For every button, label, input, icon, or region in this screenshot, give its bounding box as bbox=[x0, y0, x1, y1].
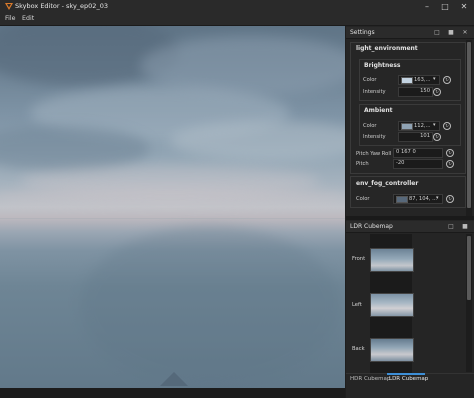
skybox-viewport[interactable] bbox=[0, 26, 345, 388]
chevron-down-icon: ▾ bbox=[436, 195, 439, 201]
ambient-intensity-label: Intensity bbox=[363, 134, 386, 140]
settings-panel-header: Settings □ ■ ✕ bbox=[346, 27, 474, 39]
cubemap-scrollbar-thumb[interactable] bbox=[467, 236, 471, 300]
pitch-yaw-roll-reset-icon[interactable]: ↻ bbox=[446, 149, 454, 157]
brightness-color-swatch bbox=[401, 77, 413, 84]
brightness-intensity-reset-icon[interactable]: ↻ bbox=[433, 88, 441, 96]
ambient-color-label: Color bbox=[363, 123, 377, 129]
menu-edit[interactable]: Edit bbox=[22, 15, 34, 22]
pitch-reset-icon[interactable]: ↻ bbox=[446, 160, 454, 168]
cubemap-left-image[interactable] bbox=[370, 293, 414, 317]
ambient-color-reset-icon[interactable]: ↻ bbox=[443, 122, 451, 130]
settings-panel-title: Settings bbox=[350, 29, 375, 36]
ambient-color-swatch bbox=[401, 123, 413, 130]
pitch-label: Pitch bbox=[356, 161, 369, 167]
tab-ldr-cubemap[interactable]: LDR Cubemap bbox=[389, 376, 428, 382]
window-title: Skybox Editor - sky_ep02_03 bbox=[15, 2, 108, 10]
brightness-color-label: Color bbox=[363, 77, 377, 83]
pitch-value: -20 bbox=[396, 160, 405, 166]
pitch-input[interactable]: -20 bbox=[393, 159, 443, 169]
pin-icon[interactable]: ■ bbox=[460, 222, 470, 231]
light-environment-title: light_environment bbox=[356, 45, 418, 52]
settings-scrollbar-thumb[interactable] bbox=[467, 42, 471, 208]
pitch-yaw-roll-input[interactable]: 0 167 0 bbox=[393, 148, 443, 158]
brightness-title: Brightness bbox=[364, 62, 401, 69]
brightness-color-reset-icon[interactable]: ↻ bbox=[443, 76, 451, 84]
menu-bar bbox=[0, 13, 474, 26]
chevron-down-icon: ▾ bbox=[433, 76, 436, 82]
brightness-intensity-value: 150 bbox=[420, 88, 430, 94]
fog-color-value: 87, 104, ... bbox=[409, 196, 438, 202]
fog-color-label: Color bbox=[356, 196, 370, 202]
ambient-intensity-value: 101 bbox=[420, 133, 430, 139]
float-icon[interactable]: □ bbox=[432, 28, 442, 37]
cubemap-front-label: Front bbox=[352, 256, 366, 262]
active-tab-indicator bbox=[387, 373, 425, 375]
brightness-intensity-label: Intensity bbox=[363, 89, 386, 95]
minimize-button[interactable]: – bbox=[420, 1, 434, 12]
maximize-button[interactable]: □ bbox=[438, 1, 452, 12]
pitch-yaw-roll-label: Pitch Yaw Roll bbox=[356, 151, 392, 157]
ambient-color-value: 112,... bbox=[414, 123, 431, 129]
close-icon[interactable]: ✕ bbox=[460, 28, 470, 37]
cubemap-back-image[interactable] bbox=[370, 338, 414, 362]
menu-file[interactable]: File bbox=[5, 15, 16, 22]
env-fog-controller-title: env_fog_controller bbox=[356, 180, 419, 187]
tab-hdr-cubemap[interactable]: HDR Cubemap bbox=[350, 376, 390, 382]
pitch-yaw-roll-value: 0 167 0 bbox=[396, 149, 416, 155]
app-icon bbox=[5, 3, 13, 10]
cubemap-back-label: Back bbox=[352, 346, 365, 352]
cubemap-panel-title: LDR Cubemap bbox=[350, 223, 393, 230]
brightness-intensity-input[interactable]: 150 bbox=[398, 87, 433, 97]
pin-icon[interactable]: ■ bbox=[446, 28, 456, 37]
brightness-color-value: 163,... bbox=[414, 77, 431, 83]
cubemap-scrollbar[interactable] bbox=[466, 234, 472, 372]
fog-color-picker[interactable]: 87, 104, ... ▾ bbox=[393, 194, 443, 204]
panel-splitter[interactable] bbox=[346, 216, 474, 220]
close-button[interactable]: ✕ bbox=[457, 1, 471, 12]
settings-scrollbar[interactable] bbox=[466, 40, 472, 216]
ambient-intensity-input[interactable]: 101 bbox=[398, 132, 433, 142]
cubemap-left-label: Left bbox=[352, 302, 362, 308]
cubemap-panel-header: LDR Cubemap □ ■ bbox=[346, 221, 474, 233]
ambient-color-picker[interactable]: 112,... ▾ bbox=[398, 121, 440, 131]
status-bar bbox=[0, 388, 345, 398]
ambient-intensity-reset-icon[interactable]: ↻ bbox=[433, 133, 441, 141]
horizon-marker bbox=[160, 372, 188, 386]
cubemap-front-image[interactable] bbox=[370, 248, 414, 272]
fog-color-swatch bbox=[396, 196, 408, 203]
brightness-color-picker[interactable]: 163,... ▾ bbox=[398, 75, 440, 85]
fog-color-reset-icon[interactable]: ↻ bbox=[446, 195, 454, 203]
ambient-title: Ambient bbox=[364, 107, 393, 114]
chevron-down-icon: ▾ bbox=[433, 122, 436, 128]
float-icon[interactable]: □ bbox=[446, 222, 456, 231]
